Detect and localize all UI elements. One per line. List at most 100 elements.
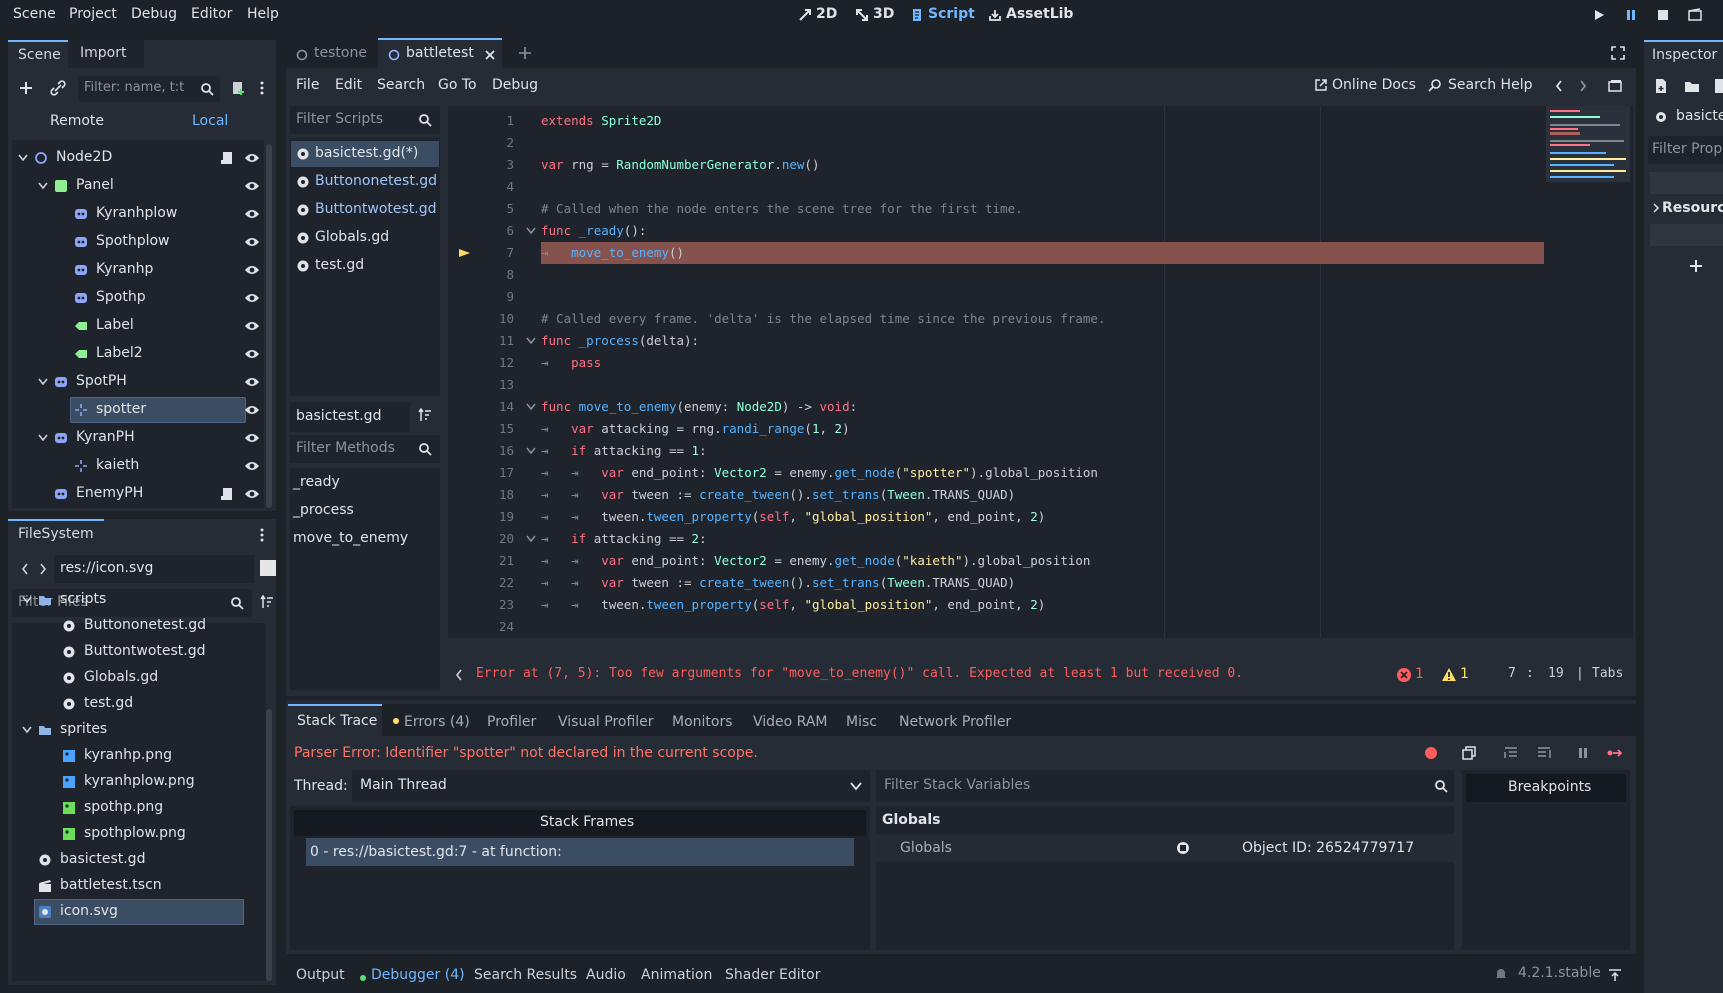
play-scene-button[interactable] — [1688, 8, 1704, 26]
copy-icon[interactable] — [1462, 746, 1476, 760]
fs-item-buttontwotest-gd[interactable]: Buttontwotest.gd — [14, 638, 254, 666]
visibility-eye-icon[interactable] — [244, 152, 260, 164]
fs-back-button[interactable] — [20, 562, 30, 580]
code-line[interactable]: 11 func _process(delta): — [450, 330, 1550, 352]
step-over-icon[interactable] — [1537, 746, 1551, 760]
inspector-resource-section[interactable]: Resource — [1662, 200, 1723, 216]
visibility-eye-icon[interactable] — [244, 488, 260, 500]
scene-node-kyranhp[interactable]: Kyranhp — [14, 257, 270, 283]
stop-button[interactable] — [1656, 8, 1670, 26]
chevron-left-icon[interactable] — [454, 668, 464, 682]
tab-video-ram[interactable]: Video RAM — [753, 714, 828, 730]
fs-item-battletest-tscn[interactable]: battletest.tscn — [14, 872, 254, 900]
error-message[interactable]: Error at (7, 5): Too few arguments for "… — [476, 666, 1243, 681]
scene-filter-input[interactable]: Filter: name, t:t — [78, 76, 220, 102]
chevron-down-icon[interactable] — [38, 434, 48, 442]
code-line[interactable]: 13 — [450, 374, 1550, 396]
fs-item-globals-gd[interactable]: Globals.gd — [14, 664, 254, 692]
tab-debugger[interactable]: Debugger (4) — [371, 967, 465, 983]
fs-sort-button[interactable] — [260, 594, 274, 613]
fs-item-spothplow-png[interactable]: spothplow.png — [14, 820, 254, 848]
tab-filesystem[interactable]: FileSystem — [8, 519, 104, 547]
menu-scene[interactable]: Scene — [13, 6, 56, 22]
new-resource-icon[interactable] — [1654, 78, 1668, 94]
scene-node-spothp[interactable]: Spothp — [14, 285, 270, 311]
fold-chevron-icon[interactable] — [526, 403, 536, 411]
code-line[interactable]: 22 ⇥ ⇥ var tween := create_tween().set_tr… — [450, 572, 1550, 594]
code-line[interactable]: 6 func _ready(): — [450, 220, 1550, 242]
code-line[interactable]: 3 var rng = RandomNumberGenerator.new() — [450, 154, 1550, 176]
error-icon[interactable] — [1396, 667, 1412, 683]
menu-editor[interactable]: Editor — [191, 6, 232, 22]
code-line[interactable]: 18 ⇥ ⇥ var tween := create_tween().set_tr… — [450, 484, 1550, 506]
code-line[interactable]: 1 extends Sprite2D — [450, 110, 1550, 132]
tab-shader-editor[interactable]: Shader Editor — [725, 967, 820, 983]
tab-visual-profiler[interactable]: Visual Profiler — [558, 714, 654, 730]
script-menu-file[interactable]: File — [296, 77, 319, 93]
tab-battletest[interactable]: battletest — [378, 38, 502, 68]
menu-debug[interactable]: Debug — [131, 6, 177, 22]
script-menu-goto[interactable]: Go To — [438, 77, 477, 93]
script-menu-edit[interactable]: Edit — [335, 77, 362, 93]
chevron-down-icon[interactable] — [18, 154, 28, 162]
menu-project[interactable]: Project — [69, 6, 117, 22]
chevron-down-icon[interactable] — [22, 596, 32, 604]
fs-item-spothp-png[interactable]: spothp.png — [14, 794, 254, 822]
fs-item-scripts[interactable]: scripts — [14, 586, 254, 614]
tab-profiler[interactable]: Profiler — [487, 714, 536, 730]
script-menu-search[interactable]: Search — [377, 77, 425, 93]
save-icon[interactable] — [1714, 78, 1723, 94]
tab-stack-trace[interactable]: Stack Trace — [288, 704, 382, 736]
distraction-free-button[interactable] — [1611, 46, 1625, 64]
code-line[interactable]: 12 ⇥ pass — [450, 352, 1550, 374]
script-attached-icon[interactable] — [220, 151, 234, 165]
fs-scrollbar[interactable] — [266, 709, 272, 981]
chevron-down-icon[interactable] — [38, 378, 48, 386]
tab-errors[interactable]: Errors (4) — [404, 714, 470, 730]
continue-icon[interactable] — [1607, 746, 1623, 760]
fold-chevron-icon[interactable] — [526, 227, 536, 235]
panel-toggle-icon[interactable] — [1608, 968, 1622, 982]
step-into-icon[interactable] — [1504, 746, 1518, 760]
instance-scene-button[interactable] — [50, 80, 66, 100]
chevron-down-icon[interactable] — [22, 726, 32, 734]
fs-item-test-gd[interactable]: test.gd — [14, 690, 254, 718]
scene-menu-button[interactable] — [260, 80, 264, 100]
fs-item-buttononetest-gd[interactable]: Buttononetest.gd — [14, 612, 254, 640]
minimap[interactable] — [1546, 106, 1630, 182]
thread-select[interactable]: Main Thread — [352, 770, 870, 802]
tab-scene[interactable]: Scene — [8, 40, 68, 68]
code-line[interactable]: 5 # Called when the node enters the scene… — [450, 198, 1550, 220]
tab-animation[interactable]: Animation — [641, 967, 712, 983]
script-item-globals-gd[interactable]: Globals.gd — [291, 225, 439, 251]
code-line[interactable]: 14 func move_to_enemy(enemy: Node2D) -> v… — [450, 396, 1550, 418]
tab-misc[interactable]: Misc — [846, 714, 877, 730]
scene-node-panel[interactable]: Panel — [14, 173, 270, 199]
scene-node-label2[interactable]: Label2 — [14, 341, 270, 367]
code-line[interactable]: 24 — [450, 616, 1550, 638]
fs-view-mode-button[interactable] — [260, 560, 276, 576]
script-item-buttononetest-gd[interactable]: Buttononetest.gd — [291, 169, 439, 195]
scene-node-spotph[interactable]: SpotPH — [14, 369, 270, 395]
fold-chevron-icon[interactable] — [526, 447, 536, 455]
fs-forward-button[interactable] — [38, 562, 48, 580]
visibility-eye-icon[interactable] — [244, 180, 260, 192]
scene-node-node2d[interactable]: Node2D — [14, 145, 270, 171]
visibility-eye-icon[interactable] — [244, 208, 260, 220]
code-line[interactable]: 16 ⇥ if attacking == 1: — [450, 440, 1550, 462]
record-icon[interactable] — [1424, 746, 1438, 760]
local-button[interactable]: Local — [192, 113, 228, 129]
inspector-filter-input[interactable]: Filter Prope — [1648, 136, 1723, 164]
visibility-eye-icon[interactable] — [244, 348, 260, 360]
fs-item-basictest-gd[interactable]: basictest.gd — [14, 846, 254, 874]
scene-node-spothplow[interactable]: Spothplow — [14, 229, 270, 255]
tab-import[interactable]: Import — [68, 40, 144, 68]
code-line[interactable]: 20 ⇥ if attacking == 2: — [450, 528, 1550, 550]
filter-stack-variables-input[interactable]: Filter Stack Variables — [876, 770, 1454, 802]
fs-item-icon-svg[interactable]: icon.svg — [14, 898, 254, 926]
remote-button[interactable]: Remote — [50, 113, 104, 129]
method-move-to-enemy[interactable]: move_to_enemy — [293, 530, 408, 546]
script-menu-debug[interactable]: Debug — [492, 77, 538, 93]
script-item-test-gd[interactable]: test.gd — [291, 253, 439, 279]
float-window-button[interactable] — [1608, 79, 1622, 97]
